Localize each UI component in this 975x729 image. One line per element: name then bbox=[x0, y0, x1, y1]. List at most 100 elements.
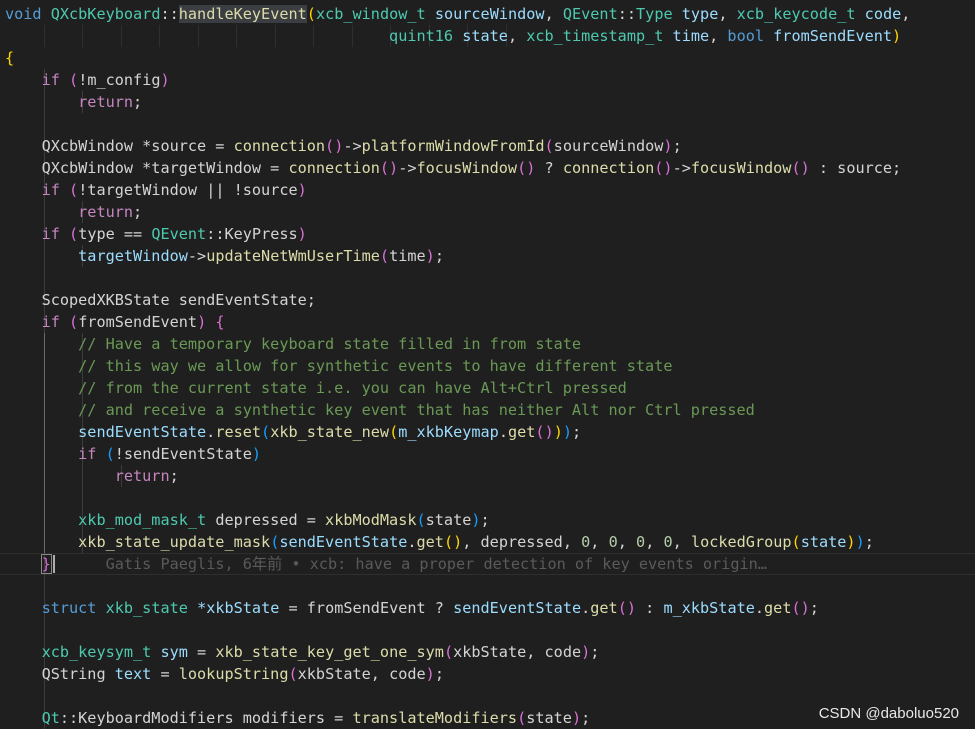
code-token: . bbox=[206, 423, 216, 441]
code-line[interactable] bbox=[0, 267, 975, 289]
code-text: Qt::KeyboardModifiers modifiers = transl… bbox=[5, 707, 591, 729]
code-line[interactable]: ScopedXKBState sendEventState; bbox=[0, 289, 975, 311]
code-token: return bbox=[78, 203, 134, 221]
code-token: ; bbox=[590, 643, 600, 661]
code-line[interactable]: if (!sendEventState) bbox=[0, 443, 975, 465]
code-token: , depressed, bbox=[462, 533, 582, 551]
code-line[interactable]: } Gatis Paeglis, 6年前 • xcb: have a prope… bbox=[0, 553, 975, 575]
code-token: sym bbox=[160, 643, 188, 661]
code-line[interactable]: QXcbWindow *targetWindow = connection()-… bbox=[0, 157, 975, 179]
code-line[interactable]: quint16 state, xcb_timestamp_t time, boo… bbox=[0, 25, 975, 47]
code-line[interactable]: targetWindow->updateNetWmUserTime(time); bbox=[0, 245, 975, 267]
code-text: targetWindow->updateNetWmUserTime(time); bbox=[5, 245, 444, 267]
code-line[interactable]: { bbox=[0, 47, 975, 69]
code-token: () bbox=[791, 599, 810, 617]
code-token: ( bbox=[306, 5, 316, 23]
code-token: Qt bbox=[41, 709, 60, 727]
code-line[interactable]: xcb_keysym_t sym = xkb_state_key_get_one… bbox=[0, 641, 975, 663]
code-token: ; bbox=[169, 467, 179, 485]
code-token: ; bbox=[133, 203, 143, 221]
code-line[interactable]: if (!m_config) bbox=[0, 69, 975, 91]
code-token: quint16 bbox=[389, 27, 454, 45]
code-line[interactable]: struct xkb_state *xkbState = fromSendEve… bbox=[0, 597, 975, 619]
code-line[interactable]: // Have a temporary keyboard state fille… bbox=[0, 333, 975, 355]
code-token: if bbox=[41, 225, 60, 243]
code-token: ) bbox=[581, 643, 591, 661]
code-token: ( bbox=[105, 445, 115, 463]
code-token: type bbox=[681, 5, 719, 23]
code-text: if (type == QEvent::KeyPress) bbox=[5, 223, 307, 245]
code-token: ; bbox=[434, 247, 444, 265]
code-text: // from the current state i.e. you can h… bbox=[5, 377, 627, 399]
code-token: m_xkbState bbox=[663, 599, 755, 617]
code-line[interactable]: void QXcbKeyboard::handleKeyEvent(xcb_wi… bbox=[0, 3, 975, 25]
code-token: !sendEventState bbox=[114, 445, 252, 463]
code-line[interactable]: if (!targetWindow || !source) bbox=[0, 179, 975, 201]
code-line[interactable]: // and receive a synthetic key event tha… bbox=[0, 399, 975, 421]
code-line[interactable] bbox=[0, 685, 975, 707]
code-line[interactable]: // from the current state i.e. you can h… bbox=[0, 377, 975, 399]
code-text: if (!m_config) bbox=[5, 69, 170, 91]
code-line[interactable] bbox=[0, 619, 975, 641]
code-line[interactable]: sendEventState.reset(xkb_state_new(m_xkb… bbox=[0, 421, 975, 443]
code-line[interactable]: return; bbox=[0, 201, 975, 223]
code-line[interactable]: xkb_state_update_mask(sendEventState.get… bbox=[0, 531, 975, 553]
code-line[interactable] bbox=[0, 487, 975, 509]
code-line[interactable]: if (type == QEvent::KeyPress) bbox=[0, 223, 975, 245]
code-token: xcb_keysym_t bbox=[41, 643, 152, 661]
code-token: ? bbox=[535, 159, 563, 177]
code-token: m_xkbKeymap bbox=[398, 423, 499, 441]
code-line[interactable] bbox=[0, 575, 975, 597]
code-line[interactable]: // this way we allow for synthetic event… bbox=[0, 355, 975, 377]
code-token: // from the current state i.e. you can h… bbox=[78, 379, 627, 397]
code-line[interactable]: xkb_mod_mask_t depressed = xkbModMask(st… bbox=[0, 509, 975, 531]
code-token: xkb_state_update_mask bbox=[78, 533, 271, 551]
code-line[interactable]: QString text = lookupString(xkbState, co… bbox=[0, 663, 975, 685]
code-token: sourceWindow bbox=[434, 5, 545, 23]
code-token: ) bbox=[663, 137, 673, 155]
code-text: xkb_state_update_mask(sendEventState.get… bbox=[5, 531, 874, 553]
code-text: // and receive a synthetic key event tha… bbox=[5, 399, 755, 421]
code-token: state bbox=[526, 709, 572, 727]
code-token: time bbox=[389, 247, 426, 265]
code-token: { bbox=[5, 49, 15, 67]
code-token: ; bbox=[480, 511, 490, 529]
code-token: -> bbox=[187, 247, 207, 265]
code-token: , bbox=[901, 5, 911, 23]
code-token: ) bbox=[160, 71, 170, 89]
code-token: state bbox=[462, 27, 508, 45]
git-blame-annotation: Gatis Paeglis, 6年前 • xcb: have a proper … bbox=[105, 555, 767, 573]
code-text: return; bbox=[5, 465, 179, 487]
code-line[interactable]: return; bbox=[0, 465, 975, 487]
code-text: QString text = lookupString(xkbState, co… bbox=[5, 663, 444, 685]
code-line[interactable]: QXcbWindow *source = connection()->platf… bbox=[0, 135, 975, 157]
code-line[interactable]: if (fromSendEvent) { bbox=[0, 311, 975, 333]
code-line[interactable]: return; bbox=[0, 91, 975, 113]
code-token: ( bbox=[791, 533, 801, 551]
code-token: if bbox=[41, 313, 60, 331]
code-token: ; bbox=[572, 423, 582, 441]
code-token: () bbox=[654, 159, 673, 177]
code-token: QString bbox=[41, 665, 115, 683]
code-editor[interactable]: void QXcbKeyboard::handleKeyEvent(xcb_wi… bbox=[0, 0, 975, 729]
code-text: struct xkb_state *xkbState = fromSendEve… bbox=[5, 597, 819, 619]
code-line[interactable] bbox=[0, 113, 975, 135]
code-token: xcb_window_t bbox=[315, 5, 426, 23]
code-text: return; bbox=[5, 91, 142, 113]
code-token: . bbox=[581, 599, 591, 617]
code-token: return bbox=[78, 93, 134, 111]
